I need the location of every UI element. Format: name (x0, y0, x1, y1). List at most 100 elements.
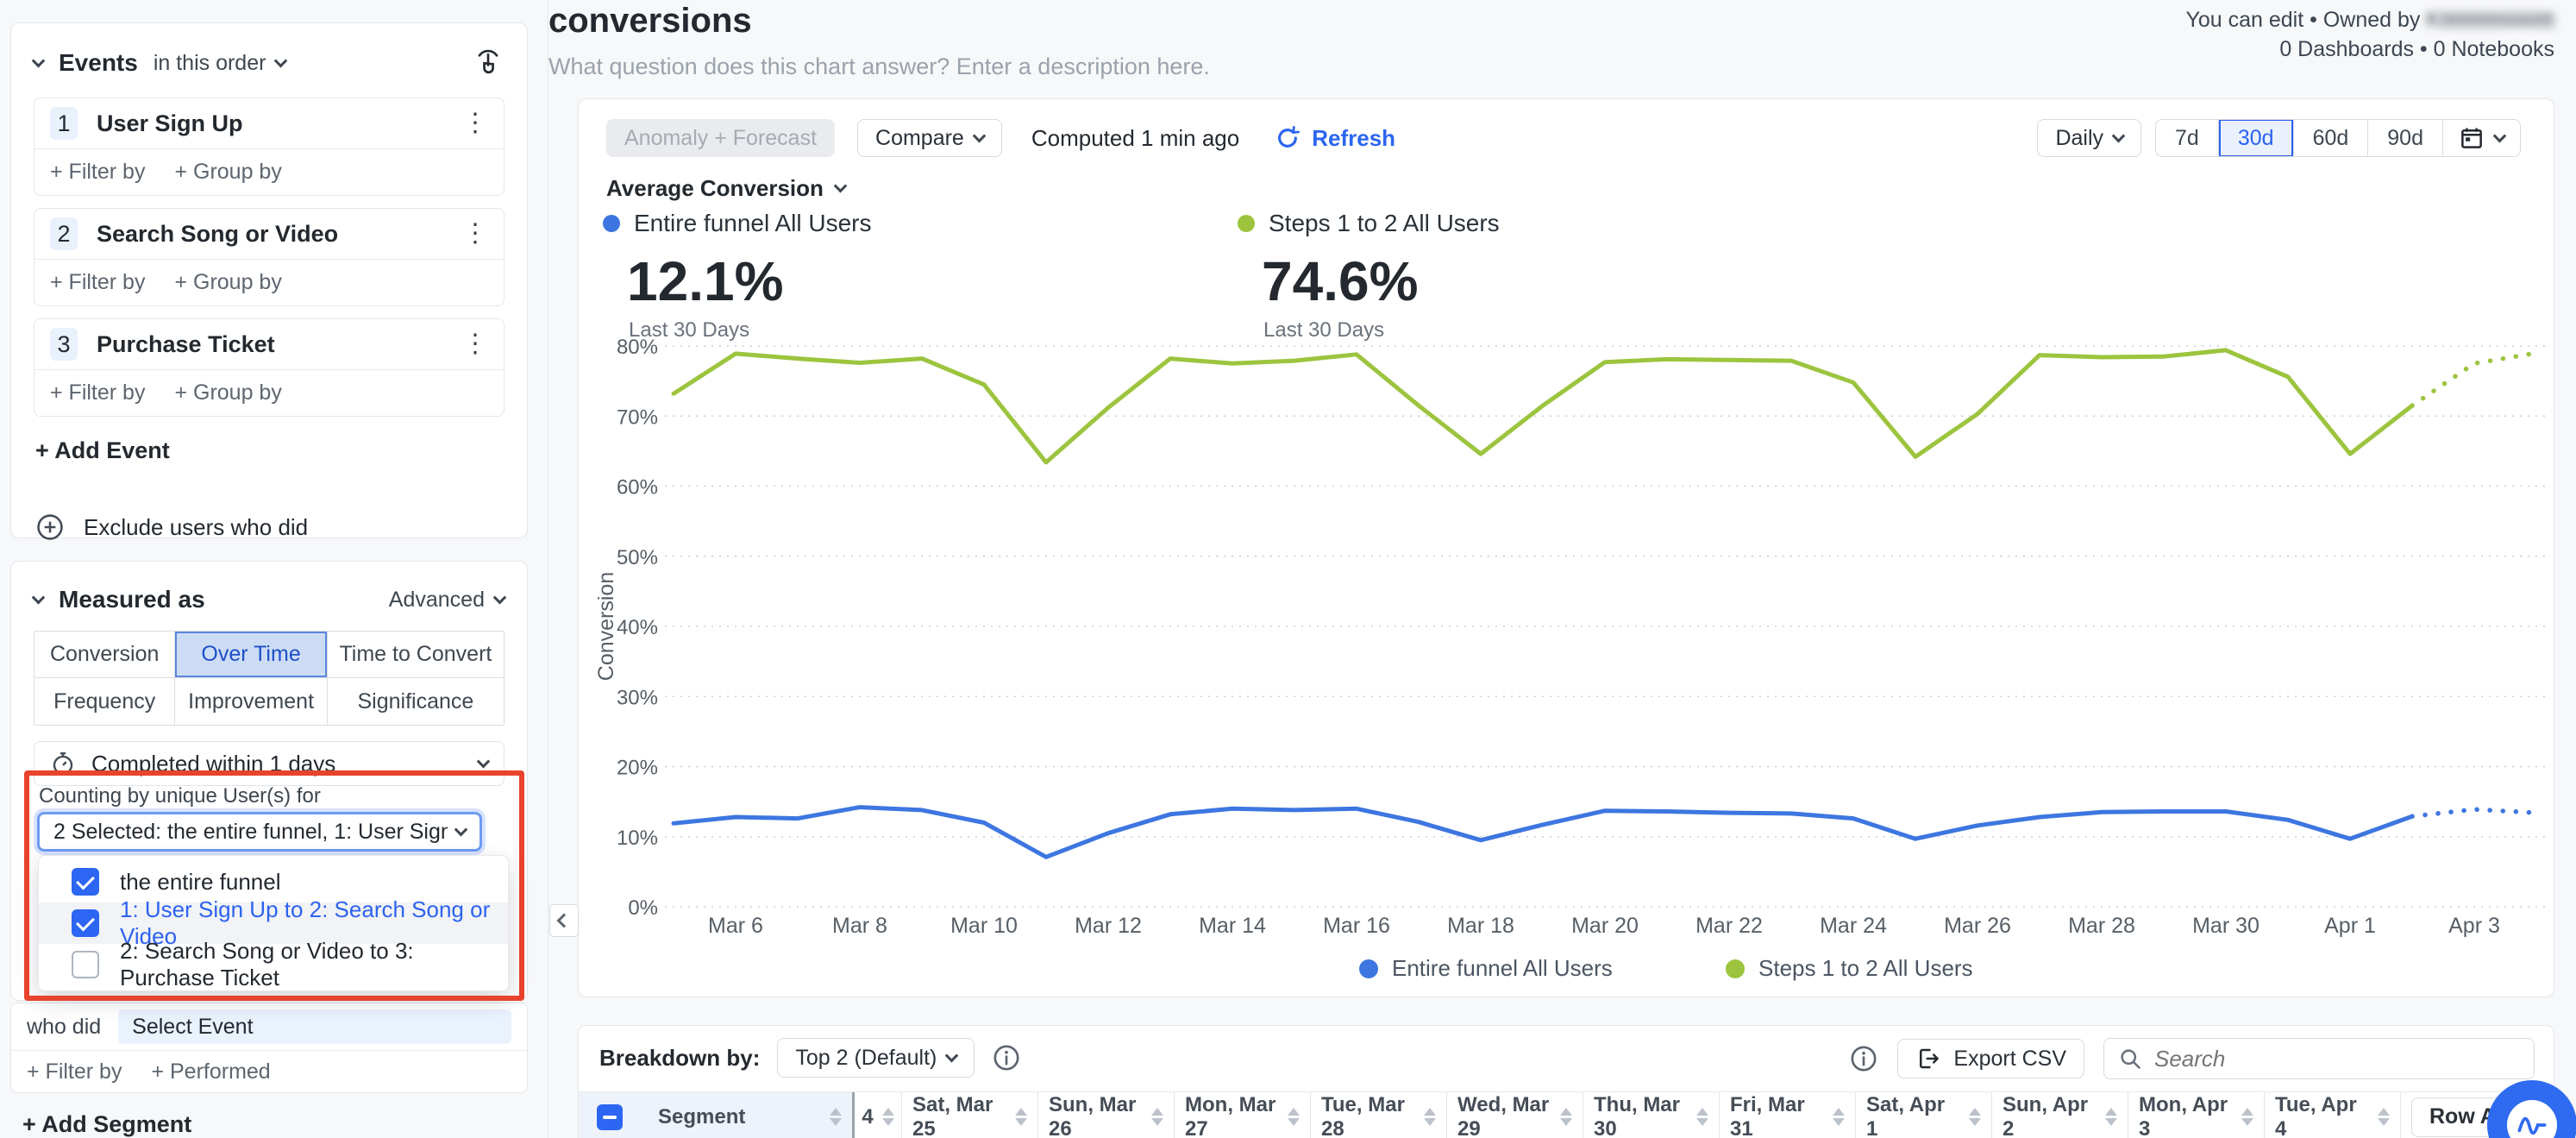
add-event-button[interactable]: + Add Event (35, 437, 505, 464)
collapse-measured-icon[interactable] (32, 590, 46, 604)
measured-as-tabs: ConversionOver TimeTime to Convert Freque… (34, 631, 505, 726)
conversion-line-chart[interactable]: 0%10%20%30%40%50%60%70%80%ConversionMar … (579, 99, 2555, 998)
dashboards-notebooks-count: 0 Dashboards • 0 Notebooks (2185, 35, 2554, 64)
table-header-date[interactable]: Fri, Mar 31 (1720, 1092, 1856, 1138)
sort-icon[interactable] (1560, 1108, 1572, 1126)
group-by-button[interactable]: + Group by (174, 380, 281, 406)
sort-icon[interactable] (2241, 1108, 2253, 1126)
event-name[interactable]: User Sign Up (97, 110, 443, 137)
tab-over-time[interactable]: Over Time (175, 632, 327, 678)
sort-icon[interactable] (2105, 1108, 2117, 1126)
table-header-date[interactable]: Sat, Apr 1 (1856, 1092, 1992, 1138)
tab-significance[interactable]: Significance (328, 678, 504, 725)
table-header-cut-column[interactable]: 4 (855, 1092, 902, 1138)
sort-icon[interactable] (1424, 1108, 1436, 1126)
sort-icon[interactable] (882, 1108, 894, 1126)
info-icon[interactable] (1849, 1044, 1878, 1073)
segment-header-label: Segment (651, 1105, 821, 1129)
sort-icon[interactable] (1696, 1108, 1708, 1126)
event-item-2[interactable]: 2Search Song or Video⋮+ Filter by+ Group… (34, 208, 505, 306)
checkbox[interactable] (72, 909, 99, 937)
tap-order-icon[interactable] (472, 45, 505, 82)
sort-icon[interactable] (1969, 1108, 1981, 1126)
legend-item[interactable]: Steps 1 to 2 All Users (1726, 955, 1973, 982)
group-by-button[interactable]: + Group by (174, 270, 281, 295)
segment-performed-button[interactable]: + Performed (151, 1059, 270, 1085)
filter-by-button[interactable]: + Filter by (50, 270, 145, 295)
circle-plus-icon (35, 512, 65, 542)
table-header-date[interactable]: Sat, Mar 25 (902, 1092, 1038, 1138)
date-column-label: Thu, Mar 30 (1594, 1093, 1688, 1138)
breakdown-select[interactable]: Top 2 (Default) (777, 1038, 975, 1078)
table-header-date[interactable]: Mon, Apr 3 (2128, 1092, 2265, 1138)
series-forecast-line[interactable] (2412, 809, 2536, 816)
event-item-1[interactable]: 1User Sign Up⋮+ Filter by+ Group by (34, 97, 505, 196)
breakdown-select-value: Top 2 (Default) (795, 1046, 937, 1071)
export-csv-button[interactable]: Export CSV (1897, 1039, 2084, 1078)
table-header-date[interactable]: Sun, Apr 2 (1992, 1092, 2128, 1138)
legend-item[interactable]: Entire funnel All Users (1359, 955, 1613, 982)
search-input[interactable] (2154, 1046, 2499, 1072)
collapse-panel-button[interactable] (549, 904, 579, 937)
event-order-label: in this order (154, 51, 266, 76)
x-axis-tick-label: Mar 14 (1199, 914, 1266, 938)
select-all-checkbox[interactable] (597, 1104, 623, 1130)
event-order-select[interactable]: in this order (154, 51, 286, 76)
legend-dot-icon (1359, 959, 1378, 978)
collapse-events-icon[interactable] (32, 53, 46, 67)
sort-icon[interactable] (1015, 1108, 1027, 1126)
tab-frequency[interactable]: Frequency (34, 678, 175, 725)
sort-icon[interactable] (1833, 1108, 1845, 1126)
counting-select[interactable]: 2 Selected: the entire funnel, 1: User S… (37, 812, 482, 852)
series-forecast-line[interactable] (2412, 353, 2536, 406)
tab-time-to-convert[interactable]: Time to Convert (328, 632, 504, 678)
x-axis-tick-label: Apr 1 (2324, 914, 2376, 938)
group-by-button[interactable]: + Group by (174, 160, 281, 185)
table-header-date[interactable]: Tue, Apr 4 (2265, 1092, 2401, 1138)
event-name[interactable]: Purchase Ticket (97, 331, 443, 358)
filter-by-button[interactable]: + Filter by (50, 380, 145, 406)
event-item-3[interactable]: 3Purchase Ticket⋮+ Filter by+ Group by (34, 318, 505, 417)
y-axis-title: Conversion (594, 572, 618, 681)
series-line[interactable] (674, 808, 2412, 858)
chevron-left-icon (557, 914, 572, 928)
tab-improvement[interactable]: Improvement (175, 678, 327, 725)
table-header-row: Segment 4Sat, Mar 25Sun, Mar 26Mon, Mar 2… (579, 1091, 2554, 1138)
sort-icon[interactable] (1151, 1108, 1163, 1126)
add-segment-button[interactable]: + Add Segment (22, 1111, 191, 1138)
search-box[interactable] (2103, 1038, 2535, 1079)
page-title[interactable]: conversions (548, 2, 752, 41)
info-icon[interactable] (992, 1043, 1021, 1072)
completed-within-row[interactable]: Completed within 1 days (34, 741, 505, 786)
x-axis-tick-label: Mar 12 (1075, 914, 1142, 938)
x-axis-tick-label: Mar 8 (832, 914, 887, 938)
exclude-users-button[interactable]: Exclude users who did (35, 512, 505, 542)
checkbox[interactable] (72, 951, 99, 978)
page-description-placeholder[interactable]: What question does this chart answer? En… (548, 53, 1210, 80)
series-line[interactable] (674, 350, 2412, 462)
segment-filter-by-button[interactable]: + Filter by (27, 1059, 122, 1085)
select-event-chip[interactable]: Select Event (118, 1009, 511, 1044)
table-header-segment[interactable]: Segment (641, 1092, 855, 1138)
tab-conversion[interactable]: Conversion (34, 632, 175, 678)
events-panel-title: Events (59, 49, 138, 77)
table-header-date[interactable]: Tue, Mar 28 (1311, 1092, 1447, 1138)
table-header-date[interactable]: Sun, Mar 26 (1038, 1092, 1175, 1138)
advanced-select[interactable]: Advanced (389, 588, 505, 613)
kebab-menu-icon[interactable]: ⋮ (462, 331, 488, 357)
sort-icon[interactable] (1288, 1108, 1300, 1126)
sort-icon[interactable] (2378, 1108, 2390, 1126)
kebab-menu-icon[interactable]: ⋮ (462, 110, 488, 136)
chevron-down-icon (454, 822, 468, 836)
kebab-menu-icon[interactable]: ⋮ (462, 221, 488, 247)
dropdown-option-3[interactable]: 2: Search Song or Video to 3: Purchase T… (39, 944, 508, 985)
date-column-label: Sat, Apr 1 (1866, 1093, 1960, 1138)
event-name[interactable]: Search Song or Video (97, 221, 443, 248)
chevron-down-icon (945, 1048, 959, 1062)
table-header-date[interactable]: Wed, Mar 29 (1447, 1092, 1583, 1138)
table-header-date[interactable]: Mon, Mar 27 (1175, 1092, 1311, 1138)
checkbox[interactable] (72, 868, 99, 896)
sort-icon[interactable] (830, 1108, 842, 1126)
filter-by-button[interactable]: + Filter by (50, 160, 145, 185)
table-header-date[interactable]: Thu, Mar 30 (1583, 1092, 1720, 1138)
